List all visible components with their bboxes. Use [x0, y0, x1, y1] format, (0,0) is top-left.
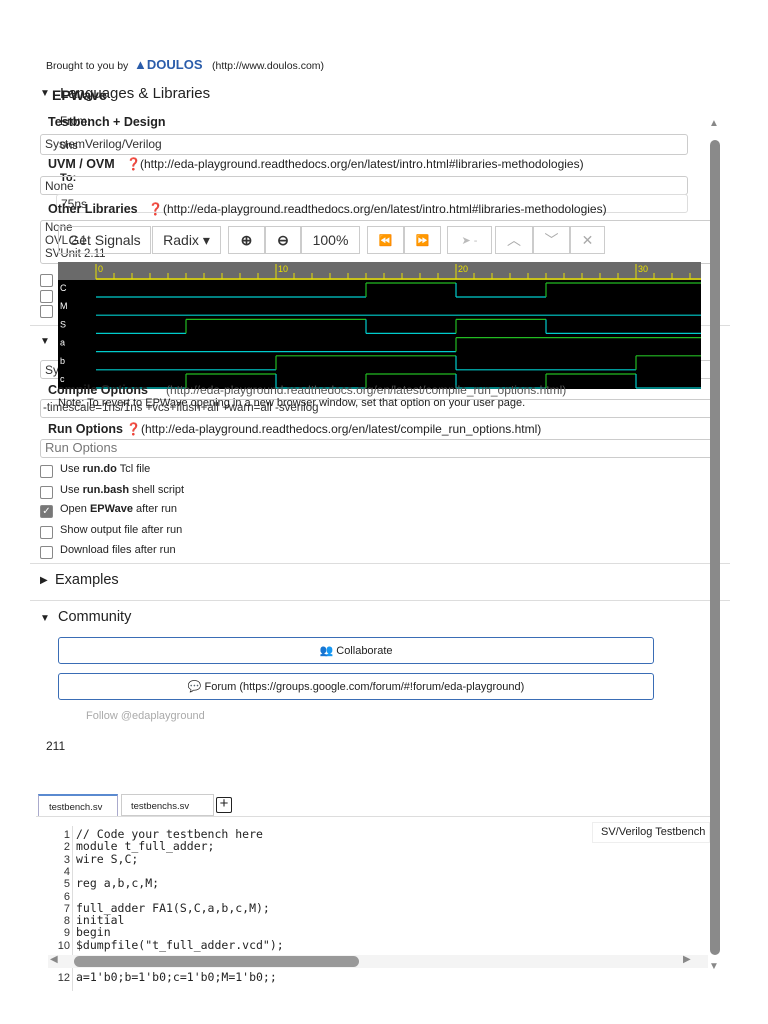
- run-options-link[interactable]: (http://eda-playground.readthedocs.org/e…: [141, 422, 541, 436]
- button-label: Collaborate: [336, 644, 393, 657]
- checkbox-label: Use run.do Tcl file: [60, 463, 151, 475]
- other-libraries-link[interactable]: (http://eda-playground.readthedocs.org/e…: [163, 202, 607, 216]
- checkbox[interactable]: [40, 290, 53, 303]
- checkbox-label: Download files after run: [60, 544, 176, 556]
- tab-testbenchs[interactable]: testbenchs.sv: [121, 794, 214, 816]
- fast-forward-icon[interactable]: ⏩: [404, 226, 441, 254]
- time-ruler: [58, 262, 701, 280]
- language-label: SV/Verilog Testbench: [592, 822, 710, 843]
- ruler-label: 20: [458, 264, 468, 274]
- line-number: 3: [63, 853, 70, 866]
- help-icon[interactable]: ❓: [126, 157, 141, 171]
- comment-icon: 💬: [187, 681, 205, 693]
- line-number: 9: [63, 927, 70, 940]
- zoom-out-icon[interactable]: ⊖: [265, 226, 301, 254]
- from-label: From:: [60, 116, 91, 128]
- signal-label: M: [60, 301, 68, 311]
- code-line[interactable]: reg a,b,c,M;: [76, 876, 159, 890]
- cursor-icon[interactable]: ➤ -: [447, 226, 492, 254]
- rewind-icon[interactable]: ⏪: [367, 226, 404, 254]
- divider: [36, 816, 716, 817]
- compile-options-link[interactable]: (http://eda-playground.readthedocs.org/e…: [166, 383, 566, 397]
- run-options-label: Run Options: [48, 422, 123, 436]
- vertical-scrollbar[interactable]: [710, 140, 720, 955]
- line-number: 2: [63, 841, 70, 854]
- doulos-link[interactable]: (http://www.doulos.com): [212, 60, 324, 72]
- tab-testbench[interactable]: testbench.sv: [38, 794, 118, 817]
- examples-title[interactable]: Examples: [55, 572, 119, 588]
- code-line[interactable]: $dumpfile("t_full_adder.vcd");: [76, 938, 284, 952]
- community-title[interactable]: Community: [58, 609, 131, 625]
- line-number: 4: [63, 865, 70, 878]
- line-number: 6: [63, 890, 70, 903]
- checkbox-label: Show output file after run: [60, 524, 183, 536]
- signal-label: C: [60, 283, 67, 293]
- brought-by-text: Brought to you by: [46, 60, 129, 72]
- get-signals-button[interactable]: Get Signals: [58, 226, 151, 254]
- checkbox[interactable]: [40, 526, 53, 539]
- code-line[interactable]: a=1'b0;b=1'b0;c=1'b0;M=1'b0;;: [76, 970, 277, 984]
- radix-dropdown[interactable]: Radix ▾: [152, 226, 221, 254]
- ruler-label: 10: [278, 264, 288, 274]
- doulos-logo[interactable]: ▲DOULOS: [134, 57, 203, 72]
- compile-options-label: Compile Options: [48, 383, 148, 397]
- checkbox[interactable]: [40, 465, 53, 478]
- checkbox[interactable]: [40, 546, 53, 559]
- uvm-select[interactable]: None: [40, 176, 688, 195]
- collapse-triangle-icon[interactable]: ▼: [40, 613, 50, 624]
- checkbox-label: Use run.bash shell script: [60, 484, 185, 496]
- help-icon[interactable]: ❓: [148, 202, 163, 216]
- zoom-level[interactable]: 100%: [301, 226, 360, 254]
- line-number: 8: [63, 915, 70, 928]
- waveform-viewer[interactable]: 0 10 20 30CMSabc: [58, 262, 701, 389]
- code-line[interactable]: wire S,C;: [76, 852, 138, 866]
- signal-label: S: [60, 319, 66, 329]
- line-number: 12: [57, 972, 70, 984]
- users-icon: 👥: [319, 645, 337, 657]
- collaborate-button[interactable]: 👥 Collaborate: [58, 637, 654, 664]
- checkbox[interactable]: ✓: [40, 505, 53, 518]
- checkbox[interactable]: [40, 486, 53, 499]
- line-number: 5: [63, 878, 70, 891]
- move-down-icon[interactable]: ﹀: [533, 226, 570, 254]
- checkbox[interactable]: [40, 274, 53, 287]
- line-number: 10: [57, 939, 70, 952]
- scroll-left-icon[interactable]: ◀: [50, 954, 58, 965]
- line-number: 7: [63, 902, 70, 915]
- button-label: Forum (https://groups.google.com/forum/#…: [204, 680, 525, 693]
- scroll-up-icon[interactable]: ▲: [709, 118, 719, 129]
- other-libraries-label: Other Libraries: [48, 202, 138, 216]
- zoom-in-icon[interactable]: ⊕: [228, 226, 265, 254]
- scroll-right-icon[interactable]: ▶: [683, 954, 691, 965]
- move-up-icon[interactable]: ︿: [495, 226, 533, 254]
- add-tab-icon[interactable]: +: [216, 796, 232, 813]
- divider: [30, 600, 730, 601]
- remove-icon[interactable]: ✕: [570, 226, 605, 254]
- epwave-note: Note: To revert to EPWave opening in a n…: [58, 397, 526, 409]
- line-number: 1: [63, 829, 70, 841]
- ruler-label: 0: [98, 264, 103, 274]
- ruler-label: 30: [638, 264, 648, 274]
- checkbox[interactable]: [40, 305, 53, 318]
- scrollbar-thumb[interactable]: [74, 956, 359, 967]
- collapse-triangle-icon[interactable]: ▼: [40, 88, 50, 99]
- collapse-triangle-icon[interactable]: ▼: [40, 336, 50, 347]
- uvm-label: UVM / OVM: [48, 157, 115, 171]
- divider: [30, 563, 730, 564]
- signal-label: b: [60, 356, 65, 366]
- expand-triangle-icon[interactable]: ▶: [40, 575, 48, 586]
- from-input[interactable]: 0ns: [60, 140, 78, 152]
- follow-link[interactable]: Follow @edaplayground: [86, 710, 205, 722]
- forum-button[interactable]: 💬 Forum (https://groups.google.com/forum…: [58, 673, 654, 700]
- count-text: 211: [46, 739, 66, 753]
- epwave-title: EPWave: [52, 87, 107, 103]
- logo-text: DOULOS: [146, 57, 203, 72]
- checkbox-label: Open EPWave after run: [60, 503, 178, 515]
- uvm-link[interactable]: (http://eda-playground.readthedocs.org/e…: [140, 157, 584, 171]
- run-options-input[interactable]: Run Options: [40, 439, 720, 458]
- signal-label: a: [60, 338, 65, 348]
- help-icon[interactable]: ❓: [126, 422, 141, 436]
- tb-design-select[interactable]: SystemVerilog/Verilog: [40, 134, 688, 155]
- scroll-down-icon[interactable]: ▼: [709, 961, 719, 972]
